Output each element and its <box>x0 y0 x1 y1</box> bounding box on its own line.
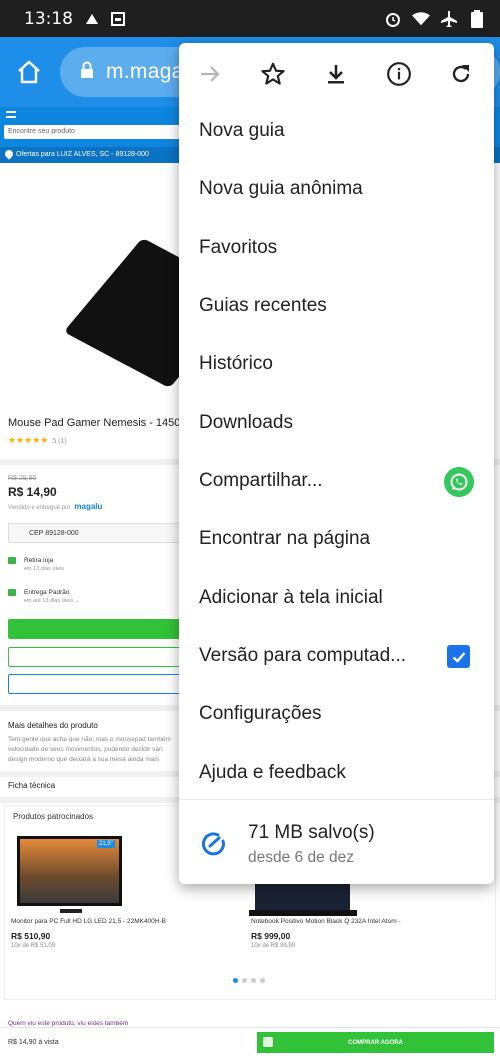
reload-button[interactable] <box>446 59 476 89</box>
price: R$ 14,90 <box>8 485 57 499</box>
item-installments: 10x de R$ 51,09 <box>11 943 56 949</box>
browser-menu: Nova guia Nova guia anônima Favoritos Gu… <box>179 43 494 884</box>
item-installments: 10x de R$ 99,90 <box>251 943 296 949</box>
shipping-option-standard[interactable]: Entrega Padrão em até 13 dias úteis ⌄ <box>8 589 79 604</box>
product-image[interactable] <box>0 163 249 413</box>
add-to-cart-button[interactable] <box>8 619 188 639</box>
data-saved-since: desde 6 de dez <box>248 849 355 866</box>
cart-icon <box>263 1037 273 1047</box>
laptop-base <box>249 910 357 916</box>
more-details-title: Mais detalhes do produto <box>8 721 98 730</box>
buy-now-button[interactable]: COMPRAR AGORA <box>257 1032 494 1053</box>
shipping-title: Entrega Padrão <box>24 589 70 596</box>
rating-stars: ★★★★★ <box>8 435 49 445</box>
lock-icon <box>80 61 94 84</box>
buy-now-label: COMPRAR AGORA <box>348 1039 403 1046</box>
shipping-title: Retira loja <box>24 557 54 564</box>
sponsored-title: Produtos patrocinados <box>13 812 94 821</box>
item-price: R$ 510,90 <box>11 931 51 941</box>
menu-new-tab[interactable]: Nova guia <box>199 120 285 142</box>
rating-count: 5 (1) <box>52 438 67 445</box>
wifi-icon <box>412 10 430 28</box>
screenshot-icon <box>109 10 127 28</box>
shipping-option-store: Retira loja em 13 dias úteis <box>8 557 64 572</box>
refresh-icon <box>452 65 470 83</box>
menu-desktop-site[interactable]: Versão para computad... <box>199 645 406 667</box>
seller-logo: magalu <box>74 502 103 511</box>
menu-bookmarks[interactable]: Favoritos <box>199 237 277 259</box>
menu-help-feedback[interactable]: Ajuda e feedback <box>199 762 346 784</box>
also-viewed-title: Quem viu este produto, viu estes também <box>8 1020 129 1027</box>
check-icon <box>452 651 465 663</box>
size-badge: 21,5" <box>97 840 115 848</box>
star-icon <box>261 62 285 85</box>
data-saved-amount[interactable]: 71 MB salvo(s) <box>248 822 375 844</box>
menu-recent-tabs[interactable]: Guias recentes <box>199 295 327 317</box>
monitor-stand <box>60 909 82 913</box>
menu-icon-row <box>179 43 494 105</box>
menu-history[interactable]: Histórico <box>199 353 273 375</box>
download-icon <box>328 65 344 84</box>
alarm-icon <box>384 10 402 28</box>
bottom-price: R$ 14,90 à vista <box>8 1039 59 1046</box>
hamburger-icon[interactable] <box>6 111 16 118</box>
app-button[interactable] <box>8 674 188 694</box>
buy-store-button[interactable] <box>8 647 188 667</box>
product-rating[interactable]: ★★★★★ 5 (1) <box>8 435 67 446</box>
location-pin-icon <box>3 148 15 160</box>
item-name[interactable]: Notebook Positivo Motion Black Q 232A In… <box>251 918 401 925</box>
menu-share[interactable]: Compartilhar... <box>199 470 323 492</box>
battery-icon <box>468 9 486 28</box>
carousel-dots[interactable] <box>233 978 265 983</box>
status-bar: 13:18 <box>0 0 500 37</box>
sold-by-text: Vendido e entregue por <box>8 505 71 511</box>
menu-settings[interactable]: Configurações <box>199 703 322 725</box>
product-title: Mouse Pad Gamer Nemesis - 14504 <box>8 417 187 429</box>
ficha-tecnica-link[interactable]: Ficha técnica <box>8 781 55 790</box>
item-price: R$ 999,00 <box>251 931 291 941</box>
menu-divider <box>179 799 494 800</box>
more-details-text: Tem gente que acha que não, mas o mousep… <box>8 736 171 763</box>
store-icon <box>8 557 16 564</box>
airplane-icon <box>440 10 458 28</box>
download-page-button[interactable] <box>321 59 351 89</box>
notification-icon <box>83 10 101 28</box>
forward-button[interactable] <box>195 59 225 89</box>
bookmark-button[interactable] <box>258 59 288 89</box>
page-info-button[interactable] <box>384 59 414 89</box>
truck-icon <box>8 589 16 596</box>
desktop-site-checkbox[interactable] <box>447 645 470 668</box>
menu-add-to-home[interactable]: Adicionar à tela inicial <box>199 587 383 609</box>
laptop-image[interactable] <box>255 881 350 911</box>
whatsapp-icon[interactable] <box>444 467 474 497</box>
status-time: 13:18 <box>24 8 73 29</box>
data-saver-icon <box>201 832 225 856</box>
home-icon <box>18 60 40 84</box>
shipping-sub: em até 13 dias úteis ⌄ <box>24 598 80 604</box>
location-text: Ofertas para LUIZ ALVES, SC - 89128-000 <box>16 151 149 158</box>
shipping-sub: em 13 dias úteis <box>24 566 65 572</box>
old-price: R$ 29,90 <box>8 475 37 482</box>
menu-downloads[interactable]: Downloads <box>199 412 293 434</box>
menu-new-incognito-tab[interactable]: Nova guia anônima <box>199 178 363 200</box>
item-name[interactable]: Monitor para PC Full HD LG LED 21,5 - 22… <box>11 918 166 925</box>
forward-icon <box>201 66 220 82</box>
info-icon <box>387 62 411 86</box>
sold-by: Vendido e entregue por magalu <box>8 502 102 511</box>
cep-field[interactable]: CEP 89128-000 <box>8 523 188 543</box>
menu-find-in-page[interactable]: Encontrar na página <box>199 528 370 550</box>
home-button[interactable] <box>12 55 46 89</box>
bottom-buy-bar: R$ 14,90 à vista COMPRAR AGORA <box>0 1027 500 1056</box>
